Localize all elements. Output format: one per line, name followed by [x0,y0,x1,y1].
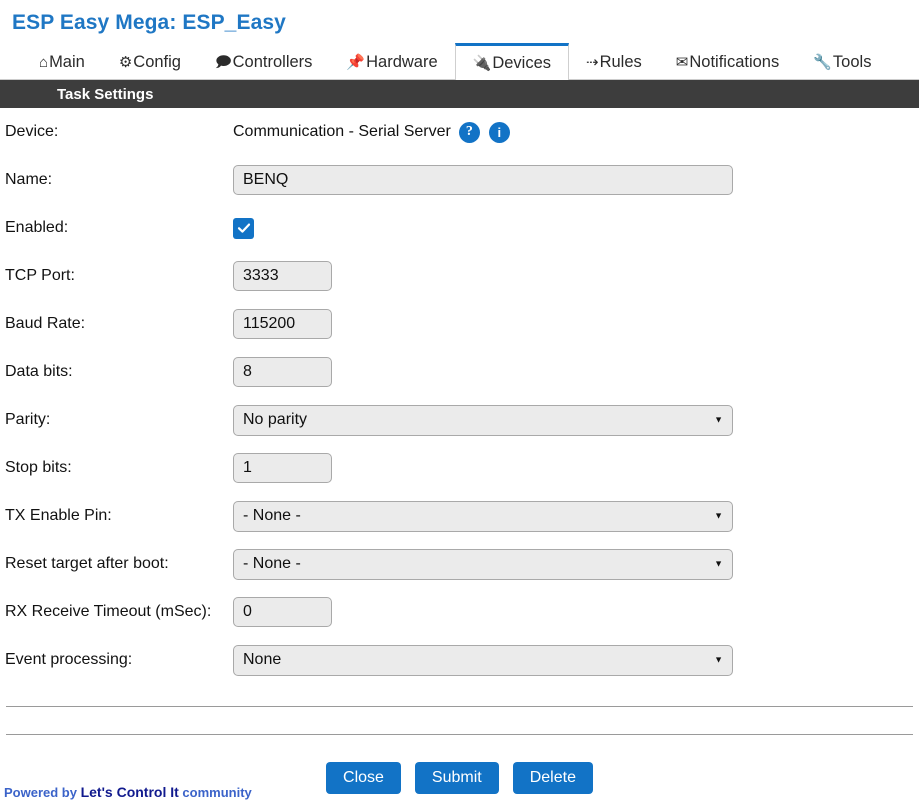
row-name: Name: [0,156,919,204]
reset-target-after-boot-select[interactable]: - None - ▼ [233,548,733,580]
tx-enable-pin-select[interactable]: - None - ▼ [233,500,733,532]
task-settings-header: Task Settings [0,80,919,108]
wrench-icon: 🔧 [813,53,832,71]
stop-bits-input[interactable] [233,453,332,483]
device-label: Device: [5,123,59,140]
main-navigation-tabs: ⌂ Main ⚙ Config 🗩 Controllers 📌 Hardware… [0,43,919,80]
reset-target-after-boot-label: Reset target after boot: [5,555,169,572]
task-settings-form: Device: Communication - Serial Server ? … [0,108,919,684]
tx-enable-pin-label: TX Enable Pin: [5,507,112,524]
tab-devices-label: Devices [492,53,552,72]
row-data-bits: Data bits: [0,348,919,396]
page-title: ESP Easy Mega: ESP_Easy [12,11,286,34]
tab-config[interactable]: ⚙ Config [102,45,198,79]
footer: Powered by Let's Control It community [4,784,252,800]
chevron-down-icon: ▼ [714,558,723,569]
task-settings-title: Task Settings [57,85,154,103]
chevron-down-icon: ▼ [714,414,723,425]
tab-tools[interactable]: 🔧 Tools [796,45,888,79]
tab-controllers-label: Controllers [232,52,313,71]
tab-hardware[interactable]: 📌 Hardware [329,45,454,79]
parity-select[interactable]: No parity ▼ [233,404,733,436]
row-reset-target-after-boot: Reset target after boot: - None - ▼ [0,540,919,588]
enabled-label: Enabled: [5,219,69,236]
tab-main-label: Main [49,52,85,71]
name-label: Name: [5,171,53,188]
check-icon [237,223,250,233]
rx-receive-timeout-input[interactable] [233,597,332,627]
event-processing-label: Event processing: [5,651,133,668]
close-button[interactable]: Close [326,762,401,794]
row-event-processing: Event processing: None ▼ [0,636,919,684]
tab-notifications-label: Notifications [689,52,780,71]
device-value: Communication - Serial Server [233,123,451,140]
tab-rules[interactable]: ⇢ Rules [569,45,659,79]
row-tcp-port: TCP Port: [0,252,919,300]
row-enabled: Enabled: [0,204,919,252]
tab-main[interactable]: ⌂ Main [22,45,102,79]
baud-rate-label: Baud Rate: [5,315,86,332]
tab-devices[interactable]: 🔌 Devices [454,43,570,80]
event-processing-select[interactable]: None ▼ [233,644,733,676]
tab-notifications[interactable]: ✉ Notifications [659,45,796,79]
name-input[interactable] [233,165,733,195]
data-bits-label: Data bits: [5,363,73,380]
parity-select-value: No parity [243,411,308,428]
tab-rules-label: Rules [599,52,642,71]
chevron-down-icon: ▼ [714,510,723,521]
help-icon[interactable]: ? [458,121,480,143]
tab-tools-label: Tools [832,52,872,71]
row-device: Device: Communication - Serial Server ? … [0,108,919,156]
pushpin-icon: 📌 [346,53,366,71]
chevron-down-icon: ▼ [714,654,723,665]
tab-config-label: Config [133,52,181,71]
tcp-port-input[interactable] [233,261,332,291]
data-bits-input[interactable] [233,357,332,387]
info-icon[interactable]: i [488,121,510,143]
tab-controllers[interactable]: 🗩 Controllers [198,45,329,79]
row-parity: Parity: No parity ▼ [0,396,919,444]
row-rx-receive-timeout: RX Receive Timeout (mSec): [0,588,919,636]
event-processing-select-value: None [243,651,282,668]
delete-button[interactable]: Delete [512,762,593,794]
submit-button[interactable]: Submit [414,762,499,794]
speech-bubble-icon: 🗩 [214,53,232,71]
envelope-icon: ✉ [675,53,689,71]
divider-bottom [6,734,913,735]
rx-receive-timeout-label: RX Receive Timeout (mSec): [5,603,212,620]
row-stop-bits: Stop bits: [0,444,919,492]
stop-bits-label: Stop bits: [5,459,72,476]
row-baud-rate: Baud Rate: [0,300,919,348]
home-icon: ⌂ [39,53,49,71]
gear-icon: ⚙ [118,53,133,71]
footer-prefix: Powered by [4,785,81,800]
parity-label: Parity: [5,411,51,428]
footer-brand-link[interactable]: Let's Control It [81,784,179,800]
row-tx-enable-pin: TX Enable Pin: - None - ▼ [0,492,919,540]
tx-enable-pin-select-value: - None - [243,507,301,524]
tab-hardware-label: Hardware [366,52,438,71]
reset-target-after-boot-select-value: - None - [243,555,301,572]
plug-icon: 🔌 [472,54,492,72]
baud-rate-input[interactable] [233,309,332,339]
enabled-checkbox[interactable] [233,217,254,239]
divider-top [6,706,913,707]
footer-suffix: community [178,785,252,800]
arrow-branch-icon: ⇢ [586,53,599,71]
tcp-port-label: TCP Port: [5,267,75,284]
